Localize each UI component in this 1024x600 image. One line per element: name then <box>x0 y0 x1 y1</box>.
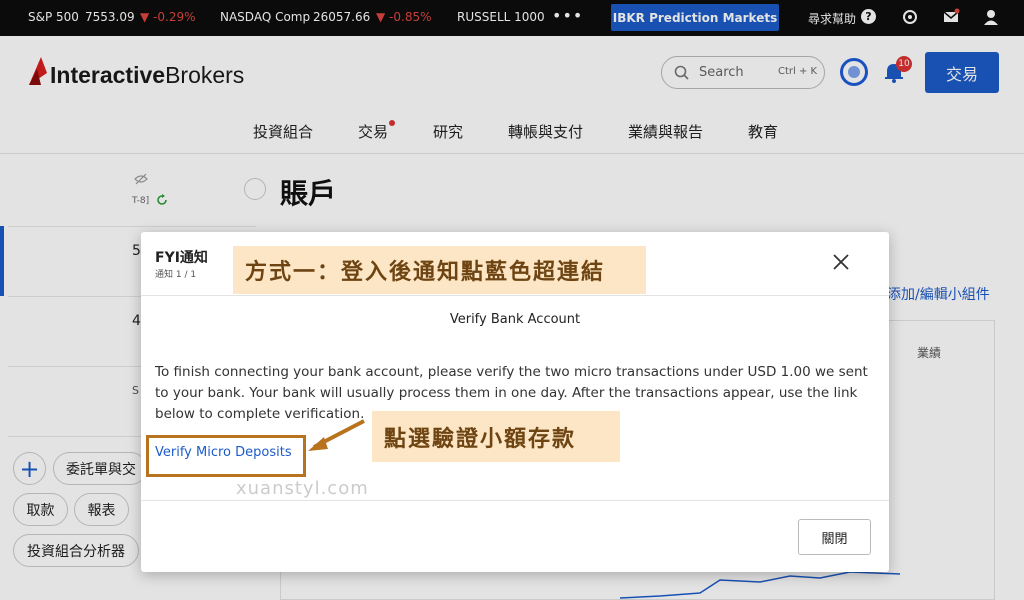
close-button[interactable]: 關閉 <box>798 519 871 555</box>
watermark: xuanstyl.com <box>236 478 369 499</box>
dialog-divider <box>141 295 889 296</box>
notification-heading: Verify Bank Account <box>449 312 581 327</box>
dialog-subtitle: 通知 1 / 1 <box>155 270 197 280</box>
dialog-title: FYI通知 <box>155 250 208 266</box>
annotation-method-one: 方式一：登入後通知點藍色超連結 <box>233 246 646 294</box>
dialog-divider <box>141 500 889 501</box>
close-icon[interactable] <box>831 252 851 272</box>
annotation-click-verify: 點選驗證小額存款 <box>372 411 620 462</box>
annotation-arrow-icon <box>308 419 365 451</box>
annotation-highlight-box <box>146 435 306 477</box>
